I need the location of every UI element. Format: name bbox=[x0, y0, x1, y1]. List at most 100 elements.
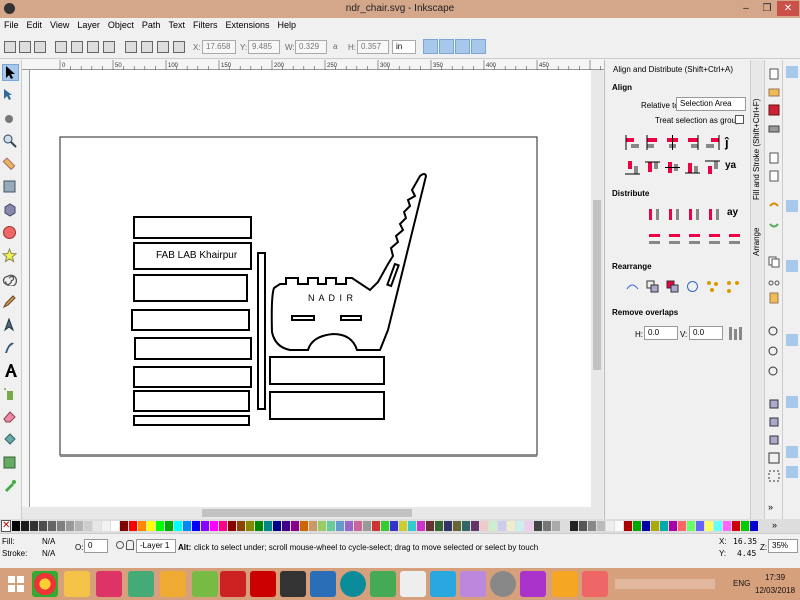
duplicate-icon[interactable] bbox=[768, 398, 780, 410]
unit-select[interactable]: in bbox=[392, 40, 416, 54]
menu-edit[interactable]: Edit bbox=[23, 18, 47, 32]
snap-nodes-icon[interactable] bbox=[786, 260, 798, 272]
rectangle-tool-icon[interactable] bbox=[2, 179, 19, 196]
color-swatch[interactable] bbox=[282, 521, 290, 531]
spiral-tool-icon[interactable] bbox=[2, 271, 19, 288]
deselect-icon[interactable] bbox=[34, 41, 46, 53]
color-swatch[interactable] bbox=[561, 521, 569, 531]
color-swatch[interactable] bbox=[741, 521, 749, 531]
menu-object[interactable]: Object bbox=[104, 18, 138, 32]
color-swatch[interactable] bbox=[651, 521, 659, 531]
distribute-centers-horizontal-icon[interactable] bbox=[667, 207, 682, 222]
zoom-field[interactable]: 35% bbox=[768, 539, 798, 553]
color-swatch[interactable] bbox=[255, 521, 263, 531]
color-swatch[interactable] bbox=[93, 521, 101, 531]
y-field[interactable]: 9.485 bbox=[248, 40, 280, 54]
color-swatch[interactable] bbox=[687, 521, 695, 531]
text-tool-icon[interactable] bbox=[2, 363, 19, 380]
copy-icon[interactable] bbox=[768, 256, 780, 268]
calligraphy-tool-icon[interactable] bbox=[2, 340, 19, 357]
app-icon-19[interactable] bbox=[582, 571, 608, 597]
color-swatch[interactable] bbox=[273, 521, 281, 531]
distribute-left-edges-icon[interactable] bbox=[647, 207, 662, 222]
open-icon[interactable] bbox=[768, 86, 780, 98]
new-document-icon[interactable] bbox=[768, 68, 780, 80]
system-tray-icons[interactable] bbox=[615, 579, 715, 589]
lock-ratio-toggle[interactable]: a bbox=[333, 42, 337, 51]
palette-more-icon[interactable]: » bbox=[772, 520, 777, 530]
color-swatch[interactable] bbox=[723, 521, 731, 531]
zoom-page-icon[interactable] bbox=[768, 366, 780, 378]
color-swatch[interactable] bbox=[453, 521, 461, 531]
color-swatch[interactable] bbox=[417, 521, 425, 531]
distribute-baselines-icon[interactable]: ay bbox=[727, 207, 742, 222]
color-swatch[interactable] bbox=[678, 521, 686, 531]
flip-vertical-icon[interactable] bbox=[103, 41, 115, 53]
snap-enable-icon[interactable] bbox=[786, 66, 798, 78]
inkscape-taskbar-icon[interactable] bbox=[280, 571, 306, 597]
snap-smooth-nodes-icon[interactable] bbox=[786, 334, 798, 346]
align-left-to-right-icon[interactable] bbox=[705, 135, 720, 150]
exchange-clockwise-icon[interactable] bbox=[685, 279, 700, 294]
pencil-tool-icon[interactable] bbox=[2, 294, 19, 311]
distribute-bottom-edges-icon[interactable] bbox=[687, 232, 702, 247]
tab-fill-and-stroke[interactable]: Fill and Stroke (Shift+Ctrl+F) bbox=[752, 70, 761, 200]
align-baseline-icon[interactable]: ĵ bbox=[725, 135, 740, 150]
align-bottom-to-top-icon[interactable] bbox=[625, 160, 640, 175]
color-swatch[interactable] bbox=[219, 521, 227, 531]
color-swatch[interactable] bbox=[57, 521, 65, 531]
align-center-vertical-axis-icon[interactable] bbox=[665, 135, 680, 150]
relative-to-select[interactable]: Selection Area bbox=[676, 97, 746, 111]
align-right-to-left-icon[interactable] bbox=[625, 135, 640, 150]
paste-icon[interactable] bbox=[768, 292, 780, 304]
import-icon[interactable] bbox=[768, 152, 780, 164]
tab-arrange[interactable]: Arrange bbox=[752, 206, 761, 256]
color-swatch[interactable] bbox=[120, 521, 128, 531]
overlap-h-field[interactable]: 0.0 bbox=[644, 326, 678, 340]
spray-tool-icon[interactable] bbox=[2, 386, 19, 403]
color-swatch[interactable] bbox=[579, 521, 587, 531]
color-swatch[interactable] bbox=[732, 521, 740, 531]
w-field[interactable]: 0.329 bbox=[295, 40, 327, 54]
color-swatch[interactable] bbox=[372, 521, 380, 531]
snap-grid-icon[interactable] bbox=[786, 446, 798, 458]
color-swatch[interactable] bbox=[426, 521, 434, 531]
dropper-tool-icon[interactable] bbox=[2, 478, 19, 495]
color-swatch[interactable] bbox=[12, 521, 20, 531]
color-swatch[interactable] bbox=[543, 521, 551, 531]
3d-box-tool-icon[interactable] bbox=[2, 202, 19, 219]
color-swatch[interactable] bbox=[633, 521, 641, 531]
color-swatch[interactable] bbox=[21, 521, 29, 531]
color-swatch[interactable] bbox=[75, 521, 83, 531]
color-swatch[interactable] bbox=[660, 521, 668, 531]
rotate-ccw-icon[interactable] bbox=[55, 41, 67, 53]
node-tool-icon[interactable] bbox=[2, 87, 19, 104]
solidworks-icon[interactable] bbox=[250, 571, 276, 597]
file-explorer-icon[interactable] bbox=[64, 571, 90, 597]
app-icon-13[interactable] bbox=[400, 571, 426, 597]
color-swatch[interactable] bbox=[237, 521, 245, 531]
treat-group-checkbox[interactable] bbox=[735, 115, 744, 124]
h-field[interactable]: 0.357 bbox=[357, 40, 389, 54]
distribute-gaps-vertical-icon[interactable] bbox=[707, 232, 722, 247]
color-swatch[interactable] bbox=[300, 521, 308, 531]
opacity-field[interactable]: 0 bbox=[84, 539, 108, 553]
unclump-icon[interactable] bbox=[725, 279, 740, 294]
vertical-scroll-thumb[interactable] bbox=[593, 200, 601, 370]
exchange-positions-icon[interactable] bbox=[625, 279, 640, 294]
fab-lab-text[interactable]: FAB LAB Khairpur bbox=[156, 250, 237, 261]
layer-select[interactable]: -Layer 1 bbox=[136, 539, 176, 553]
no-paint-swatch[interactable]: ✕ bbox=[1, 520, 11, 532]
color-swatch[interactable] bbox=[111, 521, 119, 531]
cut-icon[interactable] bbox=[768, 274, 780, 286]
horizontal-scroll-thumb[interactable] bbox=[202, 509, 412, 517]
color-swatch[interactable] bbox=[147, 521, 155, 531]
measure-tool-icon[interactable] bbox=[2, 156, 19, 173]
undo-icon[interactable] bbox=[768, 200, 780, 212]
eraser-tool-icon[interactable] bbox=[2, 409, 19, 426]
close-button[interactable]: ✕ bbox=[777, 1, 799, 16]
commands-more-icon[interactable]: » bbox=[768, 502, 773, 512]
print-icon[interactable] bbox=[768, 122, 780, 134]
color-swatch[interactable] bbox=[489, 521, 497, 531]
color-swatch[interactable] bbox=[588, 521, 596, 531]
